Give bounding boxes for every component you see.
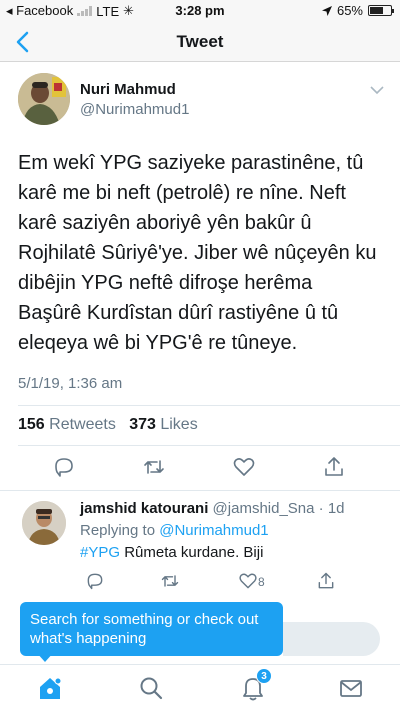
likes-count[interactable]: 373 [129, 416, 156, 433]
divider [18, 405, 400, 406]
notifications-badge: 3 [256, 668, 272, 684]
battery-percent: 65% [336, 3, 363, 18]
tweet-actions [0, 455, 400, 483]
heart-icon[interactable] [232, 455, 256, 479]
reply-author-name[interactable]: jamshid katourani [80, 500, 208, 517]
search-icon[interactable] [138, 675, 164, 701]
reply-header: jamshid katourani @jamshid_Sna · 1d [80, 500, 345, 517]
battery-level [370, 7, 383, 14]
heart-icon[interactable] [238, 571, 258, 591]
reply-author-handle[interactable]: @jamshid_Sna · 1d [208, 500, 345, 517]
home-icon[interactable] [37, 675, 63, 701]
replying-to: Replying to @Nurimahmud1 [80, 522, 269, 539]
reply-icon[interactable] [52, 455, 76, 479]
tooltip-text: Search for something or check out what's… [30, 611, 259, 647]
replying-prefix: Replying to [80, 522, 160, 539]
tweet-text: Em wekî YPG saziyeke parastinêne, tû kar… [18, 152, 377, 354]
reply-text: #YPG Rûmeta kurdane. Biji [80, 544, 263, 561]
share-icon[interactable] [316, 571, 336, 591]
reply-icon[interactable] [85, 571, 105, 591]
reply-like-count: 8 [258, 575, 265, 589]
status-bar: ◂ Facebook LTE ✳ 3:28 pm 65% [0, 0, 400, 22]
likes-label[interactable]: Likes [156, 416, 197, 433]
battery-icon [368, 5, 394, 16]
reply-body: Rûmeta kurdane. Biji [120, 544, 264, 561]
divider [18, 445, 400, 446]
reply-avatar[interactable] [22, 501, 66, 545]
author-avatar-image [18, 73, 70, 125]
retweets-count[interactable]: 156 [18, 416, 45, 433]
page-title: Tweet [176, 32, 224, 51]
tweet-stats: 156 Retweets 373 Likes [18, 416, 198, 434]
share-icon[interactable] [322, 455, 346, 479]
author-name[interactable]: Nuri Mahmud [80, 81, 176, 98]
author-handle[interactable]: @Nurimahmud1 [80, 101, 189, 118]
status-right: 65% [321, 3, 394, 18]
reply-compose-bar[interactable] [283, 622, 380, 656]
tooltip-arrow [36, 652, 54, 662]
replying-handle-link[interactable]: @Nurimahmud1 [159, 522, 268, 539]
tab-bar: 3 [0, 664, 400, 711]
tweet-timestamp: 5/1/19, 1:36 am [18, 375, 123, 392]
reply-tweet[interactable]: jamshid katourani @jamshid_Sna · 1d Repl… [0, 491, 400, 601]
hashtag-link[interactable]: #YPG [80, 544, 120, 561]
search-tooltip[interactable]: Search for something or check out what's… [20, 602, 283, 656]
retweets-label[interactable]: Retweets [45, 416, 116, 433]
location-arrow-icon [321, 5, 332, 16]
navigation-bar: Tweet [0, 22, 400, 62]
tweet-author: Nuri Mahmud @Nurimahmud1 [18, 73, 388, 129]
messages-envelope-icon[interactable] [338, 675, 364, 701]
retweet-icon[interactable] [142, 455, 166, 479]
reply-avatar-image [22, 501, 66, 545]
chevron-down-icon[interactable] [370, 85, 384, 95]
retweet-icon[interactable] [160, 571, 180, 591]
reply-actions: 8 [0, 571, 400, 593]
author-avatar[interactable] [18, 73, 70, 125]
